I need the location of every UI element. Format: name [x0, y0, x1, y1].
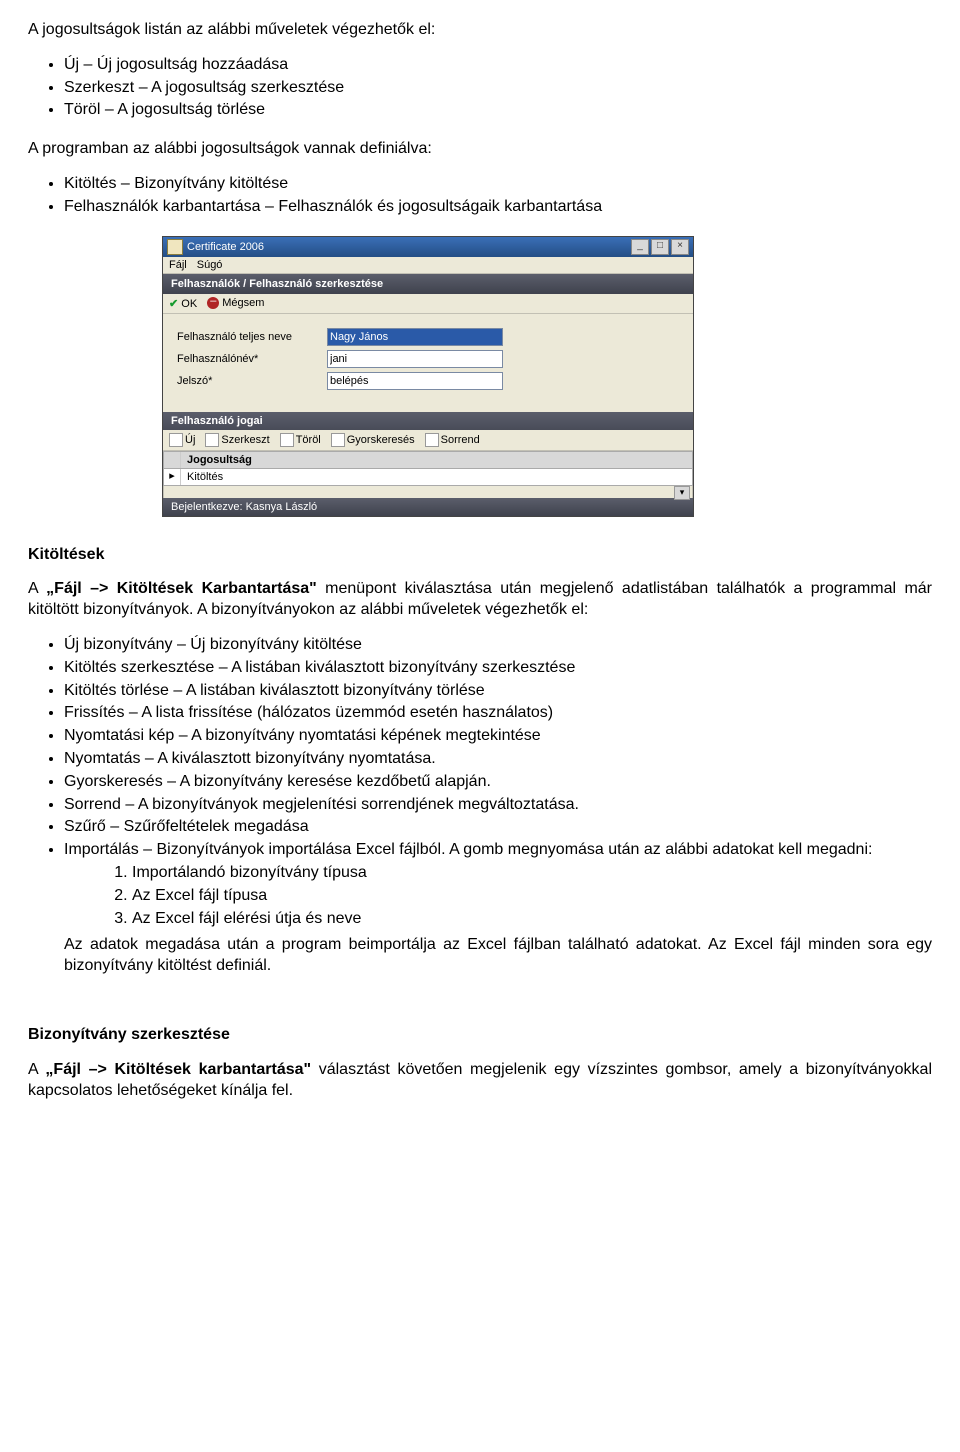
- grid-header-jogosultsag[interactable]: Jogosultság: [181, 452, 258, 468]
- intro-defs-list: Kitöltés – Bizonyítvány kitöltése Felhas…: [64, 174, 932, 218]
- list-item: Frissítés – A lista frissítése (hálózato…: [64, 703, 932, 724]
- password-input[interactable]: [327, 372, 503, 390]
- sorrend-button[interactable]: Sorrend: [425, 433, 480, 447]
- kitoltesek-heading: Kitöltések: [28, 545, 932, 566]
- list-item: Importálandó bizonyítvány típusa: [132, 863, 932, 884]
- biz-heading: Bizonyítvány szerkesztése: [28, 1025, 932, 1046]
- kitoltesek-list: Új bizonyítvány – Új bizonyítvány kitölt…: [64, 635, 932, 977]
- grid-header-row: Jogosultság: [163, 451, 693, 469]
- status-bar: Bejelentkezve: Kasnya László: [163, 498, 693, 516]
- ok-button[interactable]: ✔ OK: [169, 297, 197, 310]
- row-marker-icon: ▸: [164, 469, 181, 485]
- biz-intro: A „Fájl –> Kitöltések karbantartása" vál…: [28, 1060, 932, 1102]
- list-item: Az Excel fájl elérési útja és neve: [132, 909, 932, 930]
- sort-icon: [425, 433, 439, 447]
- list-item: Sorrend – A bizonyítványok megjelenítési…: [64, 795, 932, 816]
- field-label-fullname: Felhasználó teljes neve: [177, 331, 327, 343]
- menubar: Fájl Súgó: [163, 257, 693, 274]
- list-item: Szerkeszt – A jogosultság szerkesztése: [64, 78, 932, 99]
- menu-sugo[interactable]: Súgó: [197, 259, 223, 271]
- close-button[interactable]: ×: [671, 239, 689, 255]
- field-label-username: Felhasználónév*: [177, 353, 327, 365]
- rights-header: Felhasználó jogai: [163, 412, 693, 430]
- list-item: Kitöltés törlése – A listában kiválaszto…: [64, 681, 932, 702]
- megsem-button[interactable]: Mégsem: [207, 297, 264, 309]
- toolbar: ✔ OK Mégsem: [163, 294, 693, 314]
- kitoltesek-intro: A „Fájl –> Kitöltések Karbantartása" men…: [28, 579, 932, 621]
- grid-cell: Kitöltés: [181, 469, 229, 485]
- list-item: Kitöltés – Bizonyítvány kitöltése: [64, 174, 932, 195]
- panel-header: Felhasználók / Felhasználó szerkesztése: [163, 274, 693, 294]
- intro-para2: A programban az alábbi jogosultságok van…: [28, 139, 932, 160]
- list-item: Nyomtatás – A kiválasztott bizonyítvány …: [64, 749, 932, 770]
- window-title: Certificate 2006: [187, 241, 264, 253]
- import-after-text: Az adatok megadása után a program beimpo…: [64, 936, 932, 974]
- grid-row[interactable]: ▸ Kitöltés: [163, 469, 693, 486]
- menu-fajl[interactable]: Fájl: [169, 259, 187, 271]
- delete-icon: [280, 433, 294, 447]
- list-item: Új bizonyítvány – Új bizonyítvány kitölt…: [64, 635, 932, 656]
- search-icon: [331, 433, 345, 447]
- list-item: Az Excel fájl típusa: [132, 886, 932, 907]
- check-icon: ✔: [169, 298, 178, 310]
- list-item: Szűrő – Szűrőfeltételek megadása: [64, 817, 932, 838]
- list-item: Töröl – A jogosultság törlése: [64, 100, 932, 121]
- scroll-down-button[interactable]: ▾: [674, 486, 690, 500]
- titlebar: Certificate 2006 _ □ ×: [163, 237, 693, 257]
- username-input[interactable]: [327, 350, 503, 368]
- uj-button[interactable]: Új: [169, 433, 195, 447]
- form-area: Felhasználó teljes neve Felhasználónév* …: [163, 314, 693, 412]
- maximize-button[interactable]: □: [651, 239, 669, 255]
- list-item-import: Importálás – Bizonyítványok importálása …: [64, 840, 932, 977]
- minimize-button[interactable]: _: [631, 239, 649, 255]
- cancel-icon: [207, 297, 219, 309]
- gyorskereses-button[interactable]: Gyorskeresés: [331, 433, 415, 447]
- torol-button[interactable]: Töröl: [280, 433, 321, 447]
- field-label-password: Jelszó*: [177, 375, 327, 387]
- list-item: Felhasználók karbantartása – Felhasználó…: [64, 197, 932, 218]
- list-item: Új – Új jogosultság hozzáadása: [64, 55, 932, 76]
- fullname-input[interactable]: [327, 328, 503, 346]
- intro-line1: A jogosultságok listán az alábbi művelet…: [28, 20, 932, 41]
- app-window: Certificate 2006 _ □ × Fájl Súgó Felhasz…: [162, 236, 694, 517]
- szerkeszt-button[interactable]: Szerkeszt: [205, 433, 269, 447]
- list-item: Nyomtatási kép – A bizonyítvány nyomtatá…: [64, 726, 932, 747]
- intro-ops-list: Új – Új jogosultság hozzáadása Szerkeszt…: [64, 55, 932, 121]
- list-item: Kitöltés szerkesztése – A listában kivál…: [64, 658, 932, 679]
- import-steps: Importálandó bizonyítvány típusa Az Exce…: [132, 863, 932, 929]
- edit-icon: [205, 433, 219, 447]
- scroll-area: ▾: [163, 486, 693, 498]
- new-icon: [169, 433, 183, 447]
- rights-toolbar: Új Szerkeszt Töröl Gyorskeresés Sorrend: [163, 430, 693, 451]
- app-icon: [167, 239, 183, 255]
- list-item: Gyorskeresés – A bizonyítvány keresése k…: [64, 772, 932, 793]
